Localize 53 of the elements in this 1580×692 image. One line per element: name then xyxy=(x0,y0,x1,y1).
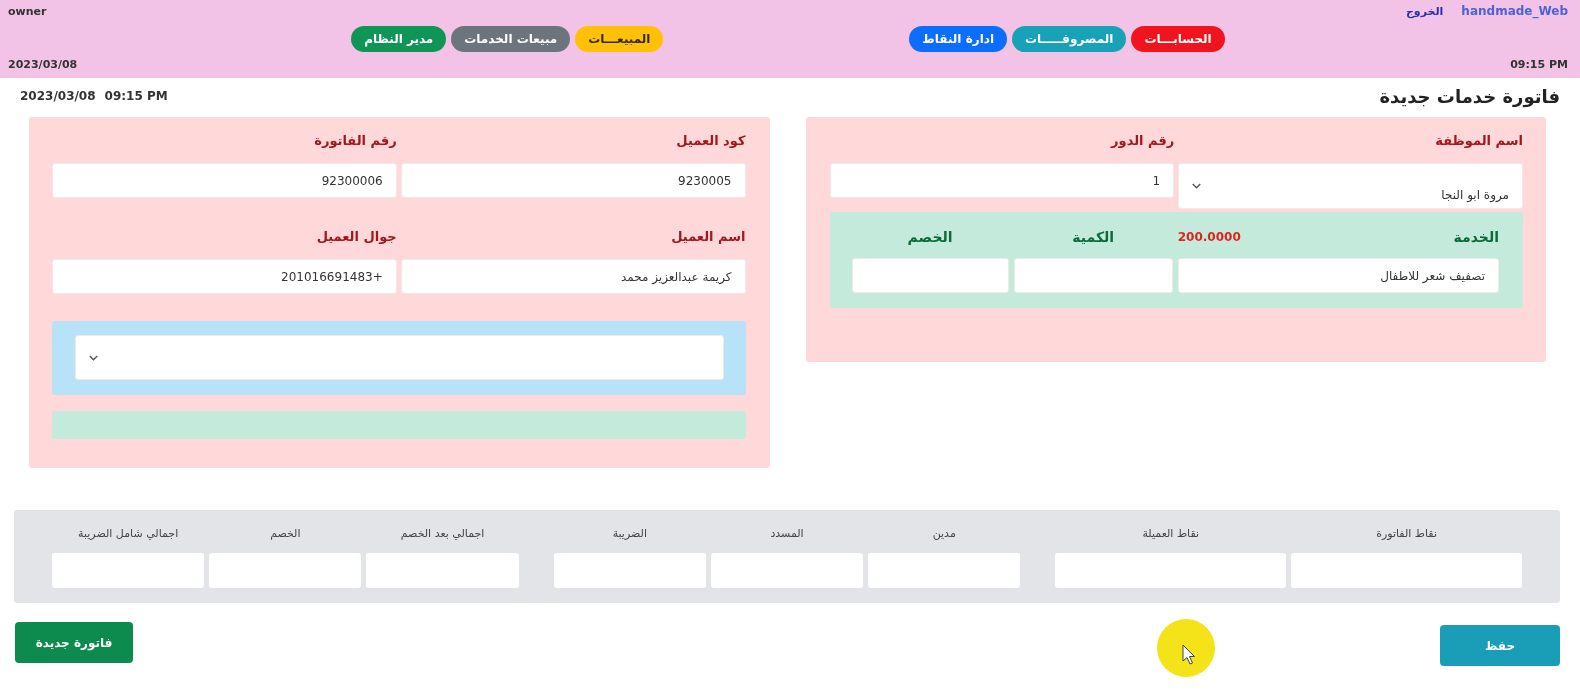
new-invoice-button[interactable]: فاتورة جديدة xyxy=(15,622,133,663)
text-field[interactable]: تصفيف شعر للاطفال xyxy=(1177,258,1499,293)
select-field[interactable] xyxy=(75,335,724,380)
nav-button[interactable]: الحسابـــات xyxy=(1131,26,1225,52)
column-label: الكمية xyxy=(1072,228,1115,247)
field-label: اسم الموظفة xyxy=(1434,132,1523,150)
text-field[interactable] xyxy=(209,553,362,588)
user-name: owner xyxy=(8,4,47,18)
field-label: رقم الفاتورة xyxy=(313,132,397,150)
total-label: مدين xyxy=(932,526,956,541)
column-label: الخدمة xyxy=(1453,228,1499,247)
nav-button[interactable]: مبيعات الخدمات xyxy=(451,26,571,52)
text-field[interactable] xyxy=(710,553,864,588)
text-field[interactable]: 92300006 xyxy=(52,163,397,198)
chevron-down-icon xyxy=(89,354,98,361)
time-text: 09:15 PM xyxy=(104,89,168,103)
field-label: اسم العميل xyxy=(670,228,746,246)
text-field[interactable] xyxy=(553,553,706,588)
text-field[interactable]: 1 xyxy=(829,163,1175,198)
text-field[interactable] xyxy=(1055,553,1287,588)
text-field[interactable]: كريمة عبدالعزيز محمد xyxy=(400,259,746,294)
time-text: 09:15 PM xyxy=(1510,58,1568,71)
total-label: اجمالي بعد الخصم xyxy=(400,526,485,541)
text-field[interactable] xyxy=(1013,258,1173,293)
chevron-down-icon xyxy=(1192,183,1202,189)
text-field[interactable] xyxy=(52,553,205,588)
logout-link[interactable]: الخروج xyxy=(1405,4,1444,18)
field-label: جوال العميل xyxy=(315,228,397,246)
cursor-highlight-icon xyxy=(1157,619,1215,677)
text-field[interactable] xyxy=(868,553,1021,588)
nav-button[interactable]: ادارة النقاط xyxy=(909,26,1008,52)
nav-button[interactable]: المبيعـــات xyxy=(575,26,664,52)
field-label: كود العميل xyxy=(675,132,746,150)
text-field[interactable] xyxy=(851,258,1009,293)
date-text: 2023/03/08 xyxy=(20,89,96,103)
select-field[interactable]: مروة ابو النجا xyxy=(1178,163,1523,209)
total-label: المسدد xyxy=(770,526,804,541)
field-label: رقم الدور xyxy=(1109,132,1175,150)
page-title: فاتورة خدمات جديدة xyxy=(1379,85,1560,107)
total-label: اجمالي شامل الضريبة xyxy=(78,526,179,541)
date-text: 2023/03/08 xyxy=(8,58,78,71)
total-label: نقاط العميلة xyxy=(1142,526,1200,541)
text-field[interactable]: 9230005 xyxy=(400,163,746,198)
text-field[interactable] xyxy=(1291,553,1522,588)
total-label: نقاط الفاتورة xyxy=(1376,526,1437,541)
nav-button[interactable]: مدير النظام xyxy=(351,26,447,52)
brand-name: handmade_Web xyxy=(1461,4,1568,18)
total-label: الضريبة xyxy=(612,526,647,541)
total-label: الخصم xyxy=(270,526,301,541)
column-label: الخصم xyxy=(907,228,953,247)
text-field[interactable]: +201016691483 xyxy=(52,259,397,294)
text-field[interactable] xyxy=(366,553,519,588)
price-text: 200.0000 xyxy=(1177,230,1241,244)
